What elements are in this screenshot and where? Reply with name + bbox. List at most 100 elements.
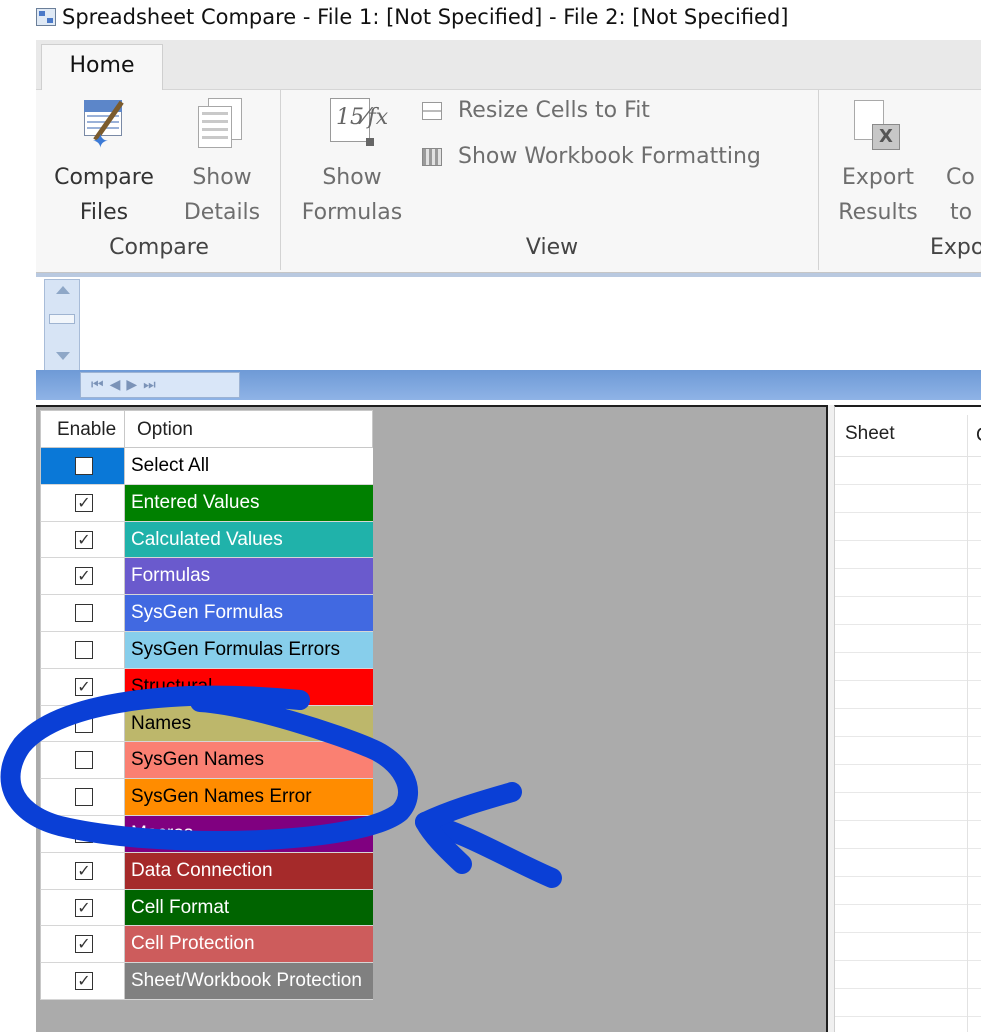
- scroll-down-icon[interactable]: [56, 352, 70, 360]
- enable-checkbox[interactable]: ✓: [75, 824, 93, 843]
- group-label-export: Expo: [930, 235, 981, 260]
- results-header: Sheet C: [835, 415, 981, 457]
- show-details-button[interactable]: Show Details: [174, 90, 270, 230]
- enable-cell[interactable]: ✓: [41, 484, 125, 521]
- option-label: Cell Protection: [125, 926, 373, 963]
- option-row[interactable]: ✓ Data Connection: [40, 852, 373, 890]
- column-header-cell[interactable]: C: [967, 415, 981, 457]
- ribbon: ✦ Compare Files Show Details Compare 15⁄…: [36, 90, 981, 273]
- option-row[interactable]: SysGen Names: [40, 742, 373, 780]
- option-row[interactable]: ✓ Formulas: [40, 558, 373, 596]
- copy-to-label-line1: Co: [946, 165, 975, 190]
- enable-checkbox[interactable]: [75, 604, 93, 623]
- enable-cell[interactable]: [41, 742, 125, 779]
- enable-checkbox[interactable]: [75, 457, 93, 475]
- ribbon-separator: [280, 90, 281, 270]
- export-results-button[interactable]: X Export Results: [830, 90, 926, 230]
- compare-files-icon: ✦: [78, 96, 130, 153]
- options-rows: Select All ✓ Entered Values ✓ Calculated Val…: [40, 448, 373, 1000]
- option-label: Macros: [125, 815, 373, 852]
- compare-files-button[interactable]: ✦ Compare Files: [48, 90, 160, 230]
- title-bar: Spreadsheet Compare - File 1: [Not Speci…: [0, 0, 981, 40]
- enable-checkbox[interactable]: ✓: [75, 677, 93, 696]
- option-row[interactable]: ✓ Structural: [40, 668, 373, 706]
- enable-cell[interactable]: ✓: [41, 889, 125, 926]
- show-details-label-line1: Show: [192, 165, 252, 190]
- show-workbook-formatting-button[interactable]: Show Workbook Formatting: [422, 144, 761, 169]
- option-row[interactable]: ✓ Cell Format: [40, 889, 373, 927]
- option-row[interactable]: Select All: [40, 448, 373, 485]
- enable-cell[interactable]: ✓: [41, 926, 125, 963]
- enable-cell[interactable]: [41, 595, 125, 631]
- option-label: Sheet/Workbook Protection: [125, 963, 373, 999]
- copy-to-label-line2: to: [950, 200, 973, 225]
- details-icon: [196, 96, 244, 150]
- scroll-thumb[interactable]: [49, 314, 75, 324]
- option-label: SysGen Formulas Errors: [125, 631, 373, 668]
- enable-cell[interactable]: ✓: [41, 521, 125, 558]
- group-label-view: View: [525, 235, 579, 260]
- tab-home[interactable]: Home: [41, 44, 163, 91]
- option-row[interactable]: ✓ Sheet/Workbook Protection: [40, 963, 373, 1000]
- option-row[interactable]: ✓ Entered Values: [40, 484, 373, 522]
- column-header-sheet[interactable]: Sheet: [845, 423, 895, 445]
- enable-cell[interactable]: [41, 705, 125, 742]
- options-table-header: Enable Option: [40, 410, 373, 448]
- enable-cell[interactable]: [41, 779, 125, 815]
- pane-splitter[interactable]: [826, 405, 834, 1032]
- ribbon-separator: [818, 90, 819, 270]
- enable-checkbox[interactable]: [75, 640, 93, 659]
- export-excel-icon: X: [850, 98, 906, 154]
- resize-cells-button[interactable]: Resize Cells to Fit: [422, 98, 650, 123]
- enable-cell[interactable]: [41, 448, 125, 484]
- column-header-enable[interactable]: Enable: [41, 411, 125, 447]
- option-label: Data Connection: [125, 852, 373, 889]
- show-formulas-label-line2: Formulas: [301, 200, 403, 225]
- enable-checkbox[interactable]: ✓: [75, 567, 93, 586]
- option-row[interactable]: SysGen Formulas: [40, 595, 373, 632]
- enable-checkbox[interactable]: ✓: [75, 861, 93, 880]
- option-label: SysGen Names: [125, 742, 373, 779]
- option-label: Formulas: [125, 558, 373, 595]
- enable-cell[interactable]: ✓: [41, 668, 125, 705]
- spreadsheet-compare-app-icon: [36, 8, 56, 26]
- group-label-compare: Compare: [109, 235, 209, 260]
- scroll-up-icon[interactable]: [56, 286, 70, 294]
- option-row[interactable]: ✓ Macros: [40, 815, 373, 853]
- show-details-label-line2: Details: [183, 200, 261, 225]
- export-results-label-line2: Results: [838, 200, 918, 225]
- option-row[interactable]: SysGen Names Error: [40, 779, 373, 816]
- enable-checkbox[interactable]: ✓: [75, 972, 93, 991]
- results-pane: Sheet C: [834, 405, 981, 1032]
- enable-cell[interactable]: ✓: [41, 852, 125, 889]
- enable-checkbox[interactable]: [75, 751, 93, 770]
- option-label: Select All: [125, 448, 373, 484]
- results-rows: [835, 457, 981, 1032]
- option-row[interactable]: ✓ Cell Protection: [40, 926, 373, 964]
- enable-checkbox[interactable]: [75, 714, 93, 733]
- enable-checkbox[interactable]: ✓: [75, 493, 93, 512]
- export-results-label-line1: Export: [841, 165, 914, 190]
- enable-cell[interactable]: [41, 631, 125, 668]
- formula-icon: 15⁄fx: [328, 96, 388, 148]
- option-row[interactable]: Names: [40, 705, 373, 743]
- show-formulas-button[interactable]: 15⁄fx Show Formulas: [292, 90, 412, 230]
- option-row[interactable]: SysGen Formulas Errors: [40, 631, 373, 669]
- enable-checkbox[interactable]: [75, 788, 93, 807]
- copy-to-button[interactable]: Co to: [936, 90, 981, 230]
- vertical-scrollbar[interactable]: [44, 279, 80, 373]
- sheet-navigation-arrows[interactable]: ⏮◀▶⏭: [80, 372, 240, 398]
- enable-cell[interactable]: ✓: [41, 558, 125, 595]
- resize-cells-icon: [422, 101, 442, 120]
- resize-cells-label: Resize Cells to Fit: [458, 98, 650, 123]
- enable-cell[interactable]: ✓: [41, 815, 125, 852]
- show-formulas-label-line1: Show: [322, 165, 382, 190]
- option-label: Calculated Values: [125, 521, 373, 558]
- option-label: Cell Format: [125, 889, 373, 926]
- enable-cell[interactable]: ✓: [41, 963, 125, 999]
- option-row[interactable]: ✓ Calculated Values: [40, 521, 373, 559]
- column-header-option[interactable]: Option: [125, 411, 372, 447]
- enable-checkbox[interactable]: ✓: [75, 898, 93, 917]
- enable-checkbox[interactable]: ✓: [75, 530, 93, 549]
- enable-checkbox[interactable]: ✓: [75, 935, 93, 954]
